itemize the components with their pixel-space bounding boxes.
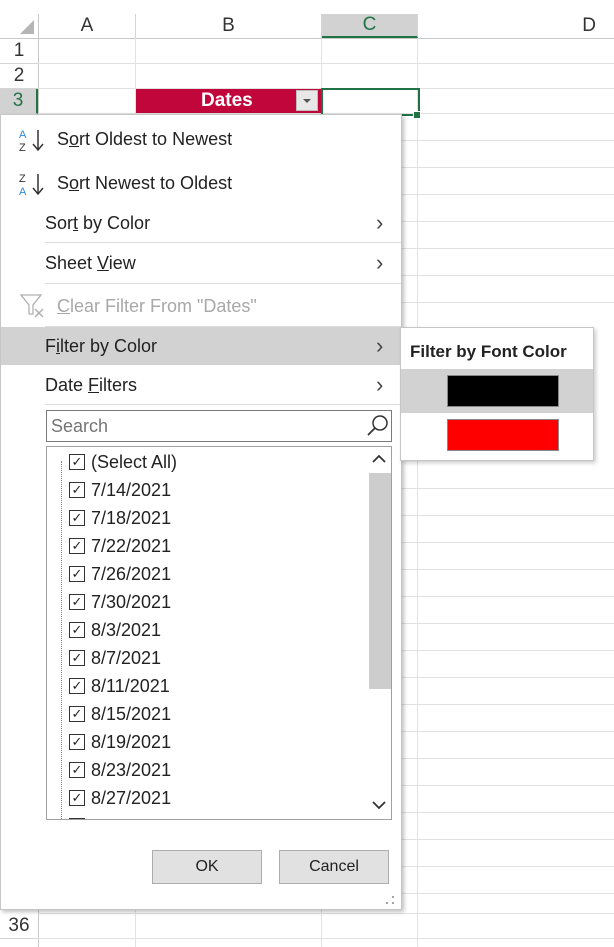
filter-dropdown-button[interactable]: [296, 90, 318, 111]
row-header-1[interactable]: 1: [0, 39, 38, 64]
svg-text:A: A: [19, 186, 27, 197]
sort-by-color-label: Sort by Color: [45, 212, 151, 233]
search-input[interactable]: [49, 415, 353, 438]
cancel-button[interactable]: Cancel: [279, 850, 389, 884]
sort-descending-icon: Z A: [19, 173, 44, 197]
list-item[interactable]: ✓ (Select All): [69, 448, 177, 476]
sort-desc-label: Sort Newest to Oldest: [57, 172, 233, 193]
list-item[interactable]: ✓ 8/27/2021: [69, 784, 171, 812]
clear-filter-label: Clear Filter From "Dates": [57, 295, 257, 316]
resize-grip-icon[interactable]: [384, 894, 396, 906]
filter-by-color-label: Filter by Color: [45, 335, 158, 356]
list-item[interactable]: ✓ 7/14/2021: [69, 476, 171, 504]
checkbox-checked-icon[interactable]: ✓: [69, 566, 85, 582]
filter-by-color[interactable]: Filter by Color ›: [1, 327, 401, 365]
chevron-right-icon: ›: [376, 333, 384, 358]
list-item-partial: [69, 812, 91, 819]
date-filters[interactable]: Date Filters ›: [1, 365, 401, 405]
chevron-right-icon: ›: [376, 372, 384, 397]
red-swatch: [447, 419, 559, 451]
sort-ascending-icon: A Z: [19, 129, 44, 153]
ok-button[interactable]: OK: [152, 850, 262, 884]
list-item[interactable]: ✓ 8/15/2021: [69, 700, 171, 728]
list-item[interactable]: ✓ 7/18/2021: [69, 504, 171, 532]
clear-filter-icon: [19, 294, 44, 318]
list-item[interactable]: ✓ 8/19/2021: [69, 728, 171, 756]
corner-triangle-icon: [20, 20, 34, 34]
checkbox-checked-icon[interactable]: ✓: [69, 762, 85, 778]
checkbox-icon: [69, 818, 85, 819]
fill-handle[interactable]: [413, 111, 421, 119]
list-item[interactable]: ✓ 8/23/2021: [69, 756, 171, 784]
checkbox-checked-icon[interactable]: ✓: [69, 678, 85, 694]
sort-newest-to-oldest[interactable]: Z A Sort Newest to Oldest: [1, 163, 401, 203]
chevron-right-icon: ›: [376, 210, 384, 235]
value-list: ✓ (Select All) ✓ 7/14/2021 ✓ 7/18/2021 ✓ 7/2…: [46, 446, 392, 820]
sheet-view[interactable]: Sheet View ›: [1, 243, 401, 283]
scroll-up-icon[interactable]: [371, 453, 387, 465]
column-header-a[interactable]: A: [39, 14, 136, 38]
select-all-corner[interactable]: [0, 14, 39, 38]
chevron-right-icon: ›: [376, 250, 384, 275]
list-item[interactable]: ✓ 7/22/2021: [69, 532, 171, 560]
column-header-b[interactable]: B: [136, 14, 322, 38]
scroll-down-icon[interactable]: [371, 799, 387, 811]
row-header-3[interactable]: 3: [0, 89, 38, 114]
clear-filter[interactable]: Clear Filter From "Dates": [1, 286, 401, 326]
submenu-title: Filter by Font Color: [410, 342, 567, 361]
checkbox-checked-icon[interactable]: ✓: [69, 734, 85, 750]
black-swatch: [447, 375, 559, 407]
dropdown-arrow-icon: [303, 99, 311, 103]
sheet-view-label: Sheet View: [45, 252, 136, 273]
font-color-option-red[interactable]: [401, 416, 593, 456]
list-scrollbar[interactable]: [367, 447, 391, 819]
checkbox-checked-icon[interactable]: ✓: [69, 594, 85, 610]
column-header-c[interactable]: C: [322, 14, 418, 38]
checkbox-checked-icon[interactable]: ✓: [69, 706, 85, 722]
svg-text:Z: Z: [19, 142, 26, 153]
dates-header-cell[interactable]: Dates: [136, 89, 321, 113]
row-header-36[interactable]: 36: [0, 914, 38, 939]
checkbox-checked-icon[interactable]: ✓: [69, 538, 85, 554]
list-item[interactable]: ✓ 7/26/2021: [69, 560, 171, 588]
sort-asc-label: Sort Oldest to Newest: [57, 128, 233, 149]
list-item[interactable]: ✓ 8/7/2021: [69, 644, 161, 672]
date-filters-label: Date Filters: [45, 374, 138, 395]
font-color-option-black[interactable]: [401, 369, 593, 413]
svg-text:A: A: [19, 129, 27, 141]
checkbox-checked-icon[interactable]: ✓: [69, 454, 85, 470]
scrollbar-thumb[interactable]: [369, 473, 391, 689]
list-item[interactable]: ✓ 7/30/2021: [69, 588, 171, 616]
checkbox-checked-icon[interactable]: ✓: [69, 650, 85, 666]
checkbox-checked-icon[interactable]: ✓: [69, 510, 85, 526]
sort-oldest-to-newest[interactable]: A Z Sort Oldest to Newest: [1, 119, 401, 159]
sort-by-color[interactable]: Sort by Color ›: [1, 203, 401, 243]
list-item[interactable]: ✓ 8/3/2021: [69, 616, 161, 644]
search-box: [46, 410, 392, 442]
selected-cell-c3[interactable]: [321, 88, 420, 116]
checkbox-checked-icon[interactable]: ✓: [69, 482, 85, 498]
search-icon[interactable]: [365, 413, 391, 439]
filter-by-color-submenu: Filter by Font Color: [400, 327, 594, 461]
dates-header-text: Dates: [201, 90, 253, 111]
column-header-d[interactable]: D: [418, 14, 614, 38]
checkbox-checked-icon[interactable]: ✓: [69, 790, 85, 806]
list-item[interactable]: ✓ 8/11/2021: [69, 672, 170, 700]
row-header-2[interactable]: 2: [0, 64, 38, 89]
svg-text:Z: Z: [19, 173, 26, 185]
checkbox-checked-icon[interactable]: ✓: [69, 622, 85, 638]
